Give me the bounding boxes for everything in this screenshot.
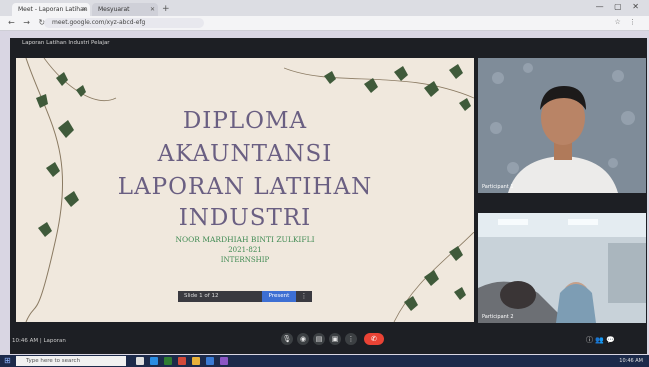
window-controls[interactable]: — ▢ ✕: [596, 2, 643, 11]
slide-title-line: LAPORAN LATIHAN: [117, 174, 373, 200]
slide-subtitle-line: 2021-821: [228, 246, 262, 254]
browser-tab-meet[interactable]: Meet - Laporan Latihan ✕: [12, 3, 90, 16]
slide-title-line: DIPLOMA: [182, 108, 308, 134]
end-call-icon[interactable]: ✆: [364, 333, 384, 345]
meeting-info: 10:46 AM | Laporan: [12, 338, 66, 344]
browser-tab-bar: Meet - Laporan Latihan ✕ Mesyuarat ✕ + —…: [0, 0, 649, 16]
slide-title-line: INDUSTRI: [178, 205, 312, 231]
present-icon[interactable]: ▣: [329, 333, 341, 345]
file-explorer-icon[interactable]: [192, 357, 200, 365]
meeting-title: Laporan Latihan Industri Pelajar: [22, 40, 110, 46]
participant-tile[interactable]: Participant 2: [478, 213, 646, 323]
nav-buttons[interactable]: ← → ↻: [8, 18, 48, 27]
shared-presentation-slide: DIPLOMA AKAUNTANSI LAPORAN LATIHAN INDUS…: [16, 58, 474, 322]
address-bar-icons[interactable]: ☆ ⋮: [614, 18, 639, 26]
edge-icon[interactable]: [150, 357, 158, 365]
captions-icon[interactable]: ▤: [313, 333, 325, 345]
powerpoint-icon[interactable]: [178, 357, 186, 365]
word-icon[interactable]: [206, 357, 214, 365]
mic-icon[interactable]: 🎙: [281, 333, 293, 345]
meeting-side-controls[interactable]: ⓘ 👥 💬: [586, 335, 615, 345]
participant-name: Participant 2: [482, 314, 514, 320]
present-button[interactable]: Present: [262, 291, 296, 302]
slide-subtitle-line: NOOR MARDHIAH BINTI ZULKIFLI: [175, 235, 315, 244]
tab-label: Meet - Laporan Latihan: [18, 6, 88, 13]
slide-page-indicator: Slide 1 of 12: [184, 293, 219, 299]
participant-name: Participant 1: [482, 184, 514, 190]
teams-icon[interactable]: [220, 357, 228, 365]
participant-tile[interactable]: Participant 1: [478, 58, 646, 193]
participant-video-feed: [478, 58, 646, 193]
slide-subtitle-line: INTERNSHIP: [220, 256, 270, 264]
address-bar: ← → ↻ meet.google.com/xyz-abcd-efg ☆ ⋮: [0, 16, 649, 31]
windows-start-icon[interactable]: ⊞: [4, 357, 12, 365]
os-taskbar: ⊞ Type here to search 10:46 AM: [0, 355, 649, 367]
taskview-icon[interactable]: [136, 357, 144, 365]
system-tray-clock[interactable]: 10:46 AM: [619, 355, 643, 367]
more-icon[interactable]: ⋮: [345, 333, 357, 345]
close-icon[interactable]: ✕: [82, 3, 87, 16]
browser-tab-2[interactable]: Mesyuarat ✕: [92, 3, 158, 16]
tab-label: Mesyuarat: [98, 6, 130, 13]
slide-title-line: AKAUNTANSI: [157, 141, 333, 167]
more-options-icon[interactable]: ⋮: [296, 291, 312, 302]
taskbar-search-input[interactable]: Type here to search: [16, 356, 126, 366]
new-tab-button[interactable]: +: [162, 3, 170, 15]
url-field[interactable]: meet.google.com/xyz-abcd-efg: [44, 18, 204, 28]
participant-video-feed: [478, 213, 646, 323]
slide-toolbar: Slide 1 of 12 Present ⋮: [178, 291, 312, 302]
camera-icon[interactable]: ◉: [297, 333, 309, 345]
excel-icon[interactable]: [164, 357, 172, 365]
close-icon[interactable]: ✕: [150, 3, 155, 16]
